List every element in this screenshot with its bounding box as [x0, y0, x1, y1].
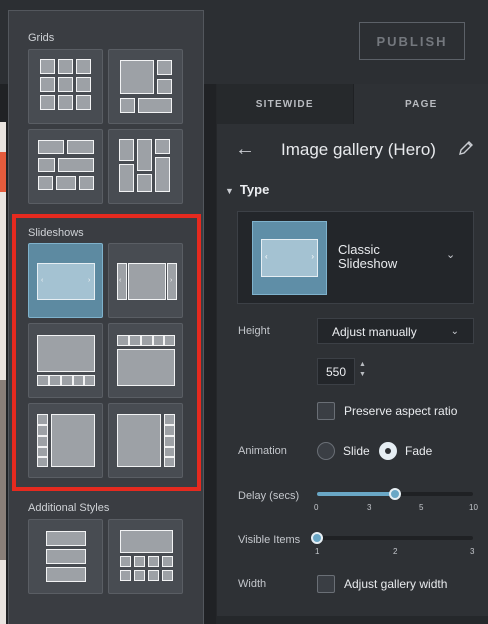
- back-arrow-icon[interactable]: ←: [235, 138, 255, 161]
- type-selector[interactable]: ‹ › Classic Slideshow ⌄: [237, 211, 474, 304]
- panel-footer-divider: [217, 616, 488, 624]
- type-label: Classic Slideshow: [338, 243, 438, 271]
- animation-slide-radio[interactable]: [317, 442, 335, 460]
- type-label-line2: Slideshow: [338, 256, 398, 271]
- visible-tick-3: 3: [470, 547, 475, 556]
- height-mode-value: Adjust manually: [332, 325, 417, 339]
- stepper-down-icon[interactable]: ▼: [359, 370, 366, 380]
- visible-tick-1: 1: [315, 547, 320, 556]
- delay-slider[interactable]: [317, 488, 473, 500]
- canvas-preview-image: [0, 380, 6, 560]
- grid-style-featured[interactable]: [108, 49, 183, 124]
- type-section-toggle[interactable]: ▼ Type: [225, 182, 269, 197]
- preserve-aspect-label: Preserve aspect ratio: [344, 404, 458, 418]
- slide-next-arrow-icon: ›: [311, 252, 314, 261]
- collapse-triangle-icon: ▼: [225, 186, 234, 196]
- preserve-aspect-checkbox[interactable]: [317, 402, 335, 420]
- adjust-width-checkbox[interactable]: [317, 575, 335, 593]
- additional-style-hero-grid[interactable]: [108, 519, 183, 594]
- width-label: Width: [238, 578, 267, 590]
- delay-tick-0: 0: [314, 503, 319, 512]
- type-label-line1: Classic: [338, 242, 380, 257]
- delay-slider-fill: [317, 492, 395, 496]
- height-mode-select[interactable]: Adjust manually ⌄: [317, 318, 474, 344]
- chevron-down-icon: ⌄: [450, 326, 459, 337]
- grid-style-uniform[interactable]: [28, 49, 103, 124]
- height-stepper[interactable]: ▲ ▼: [359, 360, 366, 380]
- visible-items-slider-handle[interactable]: [311, 532, 323, 544]
- grid-style-brick[interactable]: [28, 129, 103, 204]
- height-label: Height: [238, 325, 270, 337]
- panel-header: ← Image gallery (Hero): [217, 132, 488, 168]
- delay-label: Delay (secs): [238, 490, 300, 502]
- section-grids-label: Grids: [28, 32, 55, 44]
- slideshows-highlight-box: [12, 214, 201, 491]
- delay-slider-handle[interactable]: [389, 488, 401, 500]
- slide-frame-icon: ‹ ›: [261, 239, 318, 277]
- tab-page[interactable]: PAGE: [352, 84, 488, 124]
- type-heading: Type: [239, 182, 270, 197]
- visible-tick-2: 2: [393, 547, 398, 556]
- stepper-up-icon[interactable]: ▲: [359, 360, 366, 370]
- edit-pencil-icon[interactable]: [457, 139, 475, 157]
- chevron-down-icon: ⌄: [446, 249, 456, 261]
- height-value-input[interactable]: 550: [317, 358, 355, 385]
- adjust-width-label: Adjust gallery width: [344, 577, 448, 591]
- editor-screen: PUBLISH SITEWIDE PAGE ← Image gallery (H…: [0, 0, 488, 624]
- canvas-preview-accent: [0, 152, 6, 192]
- animation-fade-radio[interactable]: [379, 442, 397, 460]
- delay-tick-10: 10: [469, 503, 478, 512]
- delay-tick-3: 3: [367, 503, 372, 512]
- animation-label: Animation: [238, 445, 287, 457]
- visible-items-label: Visible Items: [238, 534, 301, 546]
- additional-style-stacked[interactable]: [28, 519, 103, 594]
- slide-prev-arrow-icon: ‹: [265, 252, 268, 261]
- animation-fade-label: Fade: [405, 444, 433, 458]
- visible-items-slider[interactable]: [311, 532, 473, 544]
- settings-panel: SITEWIDE PAGE ← Image gallery (Hero) ▼ Ty…: [216, 84, 488, 624]
- classic-slideshow-thumbnail: ‹ ›: [252, 221, 327, 295]
- tab-sitewide[interactable]: SITEWIDE: [217, 84, 353, 124]
- grid-style-masonry[interactable]: [108, 129, 183, 204]
- animation-slide-label: Slide: [343, 444, 370, 458]
- delay-tick-5: 5: [419, 503, 424, 512]
- publish-button[interactable]: PUBLISH: [359, 22, 465, 60]
- panel-title: Image gallery (Hero): [281, 140, 436, 159]
- section-additional-styles-label: Additional Styles: [28, 502, 110, 514]
- panel-tabs: SITEWIDE PAGE: [217, 84, 488, 124]
